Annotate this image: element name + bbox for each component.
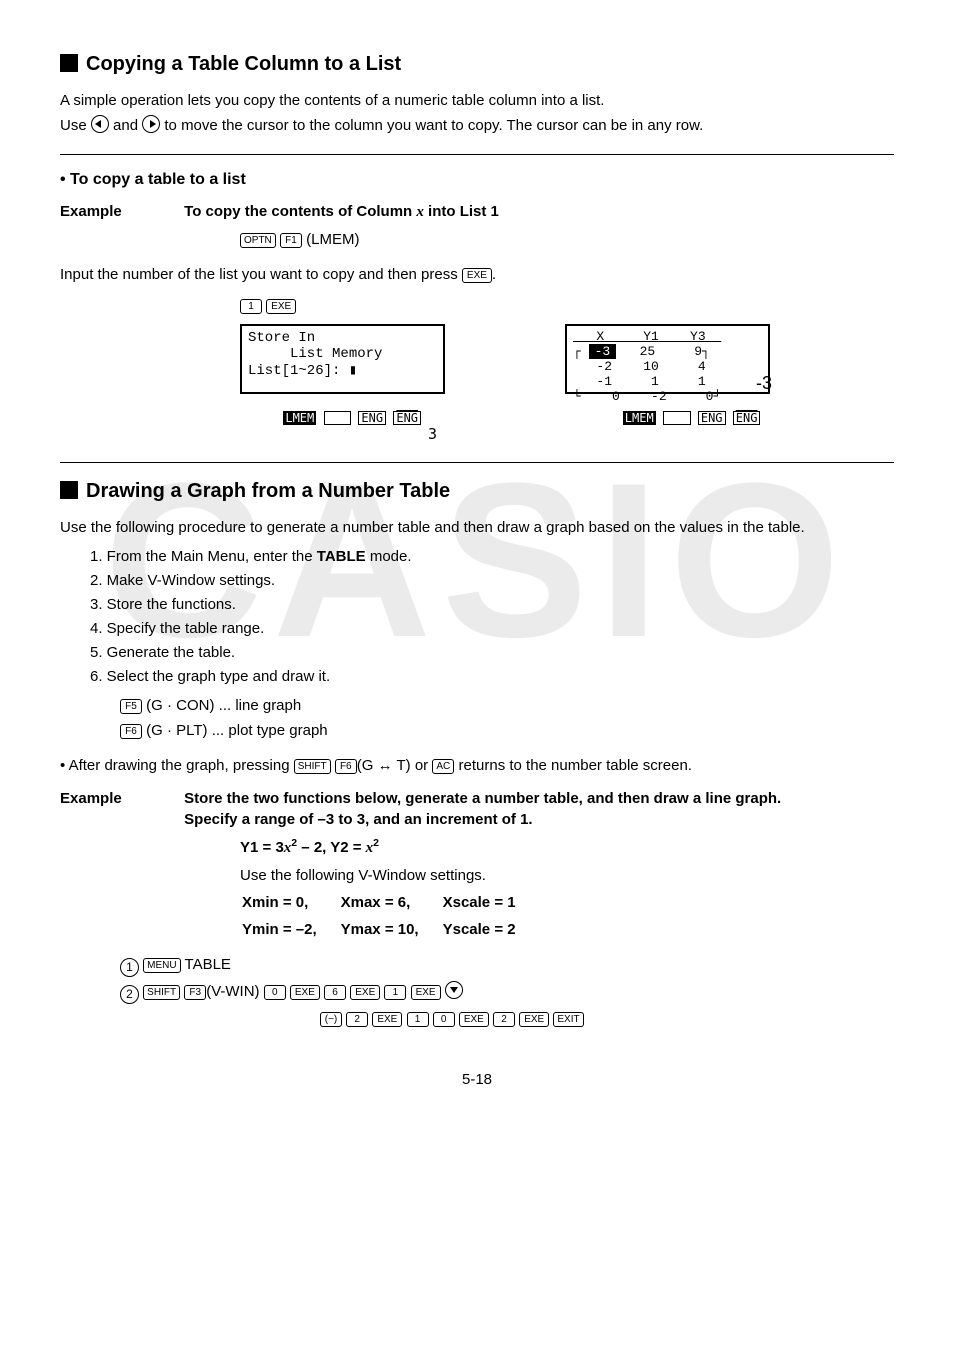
proc-step: 4. Specify the table range.: [90, 618, 894, 639]
cursor-left-icon: [91, 115, 109, 133]
keyseq-lmem: OPTN F1 (LMEM): [240, 229, 894, 250]
example2-text: Store the two functions below, generate …: [184, 788, 804, 830]
section2-p1: Use the following procedure to generate …: [60, 517, 894, 538]
key-exe[interactable]: EXE: [462, 268, 492, 283]
section1-p1: A simple operation lets you copy the con…: [60, 90, 894, 111]
graph-type-con: F5 (G · CON) ... line graph: [120, 695, 894, 716]
page-number: 5-18: [60, 1069, 894, 1090]
key-neg[interactable]: (−): [320, 1012, 342, 1027]
key-exe-2[interactable]: EXE: [266, 299, 296, 314]
example2-label: Example: [60, 788, 180, 809]
key-exe-5[interactable]: EXE: [411, 985, 441, 1000]
keyseq-1exe: 1 EXE: [240, 295, 894, 316]
key-optn[interactable]: OPTN: [240, 233, 276, 248]
example2-eq: Y1 = 3x2 – 2, Y2 = x2: [240, 836, 894, 859]
key-2-b[interactable]: 2: [493, 1012, 515, 1027]
key-f6-2[interactable]: F6: [335, 759, 357, 774]
op-step-2b: (−) 2 EXE 1 0 EXE 2 EXE EXIT: [320, 1008, 894, 1029]
vwindow-settings: Xmin = 0,Xmax = 6,Xscale = 1 Ymin = –2,Y…: [240, 888, 540, 944]
key-exit[interactable]: EXIT: [553, 1012, 583, 1027]
key-1[interactable]: 1: [240, 299, 262, 314]
proc-step: 1. From the Main Menu, enter the TABLE m…: [90, 546, 894, 567]
key-exe-7[interactable]: EXE: [459, 1012, 489, 1027]
key-menu[interactable]: MENU: [143, 958, 180, 973]
lcd-screenshot-2: X Y1 Y3 ┌ -3 25 9┐ -2 10 4 -1 1 1 └ 0 -2…: [565, 324, 772, 443]
key-f3[interactable]: F3: [184, 985, 206, 1000]
cursor-down-icon[interactable]: [445, 981, 463, 999]
example1-text: To copy the contents of Column x into Li…: [184, 201, 804, 223]
key-0[interactable]: 0: [264, 985, 286, 1000]
key-1-b[interactable]: 1: [384, 985, 406, 1000]
key-f1[interactable]: F1: [280, 233, 302, 248]
key-0-b[interactable]: 0: [433, 1012, 455, 1027]
sub-copy-list: To copy a table to a list: [60, 169, 894, 191]
key-f5[interactable]: F5: [120, 699, 142, 714]
key-2[interactable]: 2: [346, 1012, 368, 1027]
key-shift[interactable]: SHIFT: [294, 759, 331, 774]
op-step-2: 2 SHIFT F3(V-WIN) 0 EXE 6 EXE 1 EXE: [120, 981, 894, 1004]
key-exe-4[interactable]: EXE: [350, 985, 380, 1000]
proc-step: 5. Generate the table.: [90, 642, 894, 663]
op-step-1: 1 MENU TABLE: [120, 954, 894, 977]
vw-intro: Use the following V-Window settings.: [240, 865, 894, 886]
key-f6[interactable]: F6: [120, 724, 142, 739]
proc-step: 3. Store the functions.: [90, 594, 894, 615]
key-ac[interactable]: AC: [432, 759, 454, 774]
graph-type-plt: F6 (G · PLT) ... plot type graph: [120, 720, 894, 741]
procedure-list: 1. From the Main Menu, enter the TABLE m…: [90, 546, 894, 687]
key-1-c[interactable]: 1: [407, 1012, 429, 1027]
section1-p3: Input the number of the list you want to…: [60, 264, 894, 285]
section2-heading: Drawing a Graph from a Number Table: [60, 477, 894, 505]
key-exe-3[interactable]: EXE: [290, 985, 320, 1000]
proc-step: 6. Select the graph type and draw it.: [90, 666, 894, 687]
key-shift-2[interactable]: SHIFT: [143, 985, 180, 1000]
key-exe-6[interactable]: EXE: [372, 1012, 402, 1027]
example-label: Example: [60, 201, 180, 222]
section1-p2: Use and to move the cursor to the column…: [60, 115, 894, 136]
key-exe-8[interactable]: EXE: [519, 1012, 549, 1027]
cursor-right-icon: [142, 115, 160, 133]
key-6[interactable]: 6: [324, 985, 346, 1000]
section1-heading: Copying a Table Column to a List: [60, 50, 894, 78]
after-draw-note: • After drawing the graph, pressing SHIF…: [60, 755, 894, 776]
proc-step: 2. Make V-Window settings.: [90, 570, 894, 591]
separator-2: [60, 462, 894, 463]
lcd-screenshot-1: Store In List Memory List[1~26]: ▮ 3 LME…: [240, 324, 445, 443]
separator: [60, 154, 894, 155]
